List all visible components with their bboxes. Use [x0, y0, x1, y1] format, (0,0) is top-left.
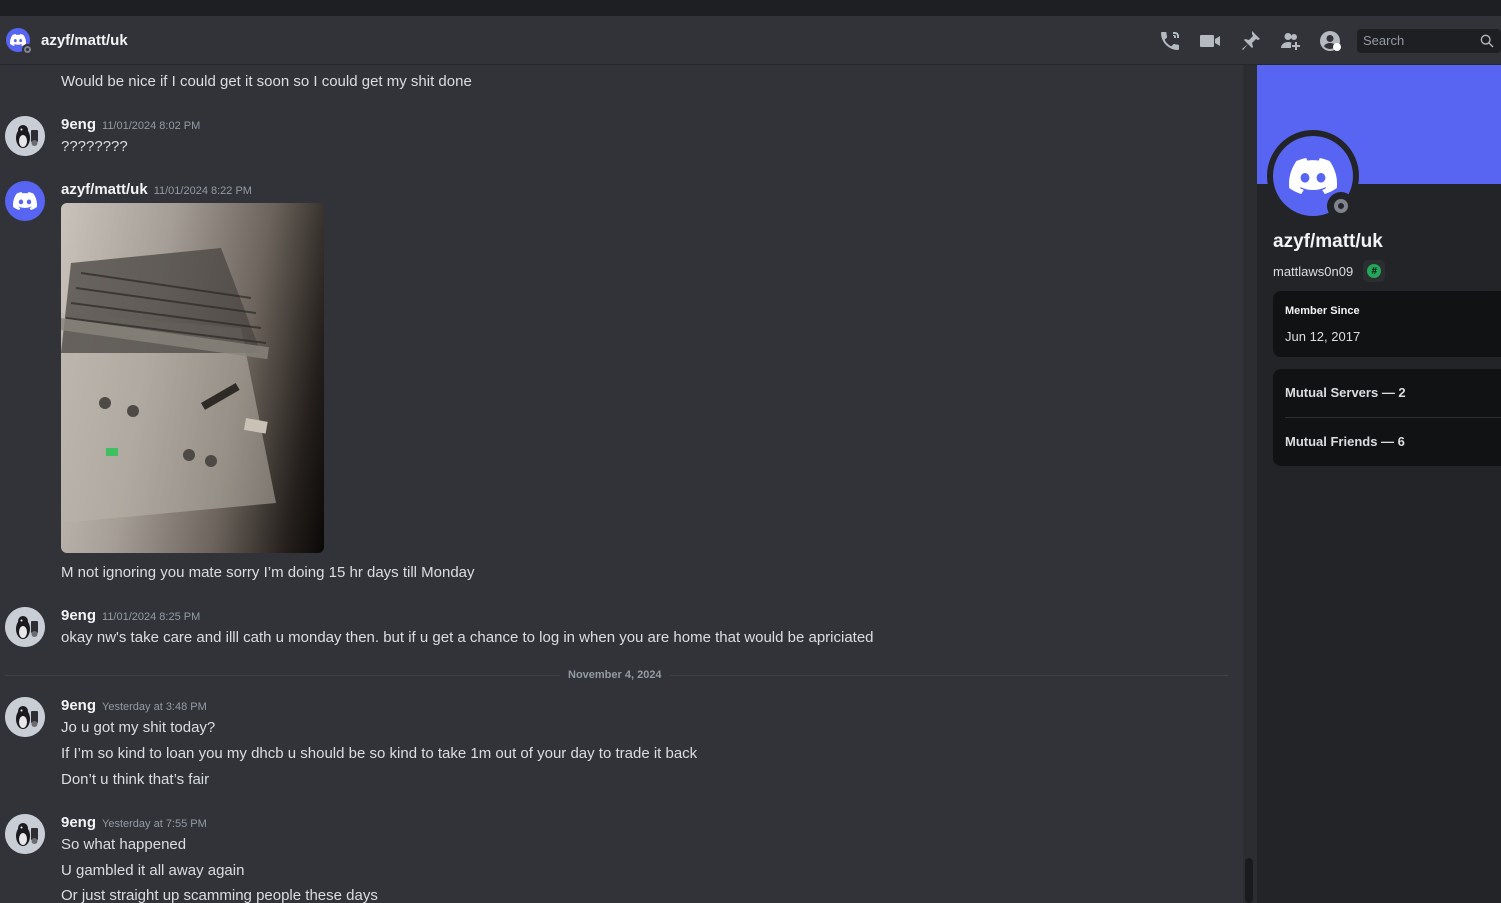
- video-call-button[interactable]: [1190, 21, 1230, 61]
- profile-badge[interactable]: #: [1363, 260, 1386, 282]
- message-timestamp: Yesterday at 7:55 PM: [102, 818, 207, 830]
- hashtag-badge-icon: #: [1367, 264, 1382, 278]
- message-author[interactable]: 9eng Yesterday at 3:48 PM: [61, 697, 207, 714]
- message-text: If I’m so kind to loan you my dhcb u sho…: [61, 745, 698, 762]
- avatar[interactable]: [5, 697, 45, 737]
- header-avatar[interactable]: [6, 28, 33, 55]
- author-name[interactable]: 9eng: [61, 116, 96, 133]
- window-top-strip: [0, 0, 1501, 16]
- profile-display-name: azyf/matt/uk: [1273, 231, 1383, 252]
- search-icon: [1480, 34, 1494, 47]
- message-text: U gambled it all away again: [61, 862, 245, 879]
- pin-icon: [1242, 30, 1260, 50]
- message-text: Jo u got my shit today?: [61, 719, 216, 736]
- penguin-avatar-icon: [5, 814, 45, 854]
- mutual-servers-item[interactable]: Mutual Servers — 2: [1285, 385, 1406, 400]
- member-since-label: Member Since: [1285, 305, 1360, 317]
- date-divider-label: November 4, 2024: [560, 669, 670, 681]
- discord-logo-icon: [13, 192, 37, 210]
- image-attachment[interactable]: [61, 203, 324, 553]
- penguin-avatar-icon: [5, 116, 45, 156]
- channel-title: azyf/matt/uk: [41, 31, 128, 49]
- video-call-icon: [1200, 34, 1220, 47]
- message-timestamp: 11/01/2024 8:25 PM: [102, 611, 201, 623]
- chat-scrollbar-thumb[interactable]: [1245, 858, 1253, 903]
- message-timestamp: 11/01/2024 8:22 PM: [153, 185, 252, 197]
- author-name[interactable]: azyf/matt/uk: [61, 181, 148, 198]
- discord-logo-icon: [1289, 158, 1337, 194]
- pinned-messages-button[interactable]: [1230, 21, 1270, 61]
- profile-username: mattlaws0n09: [1273, 263, 1354, 279]
- avatar[interactable]: [5, 181, 45, 221]
- avatar[interactable]: [5, 607, 45, 647]
- penguin-avatar-icon: [5, 697, 45, 737]
- profile-username-row: mattlaws0n09 #: [1273, 260, 1386, 282]
- message-text: So what happened: [61, 836, 187, 853]
- chat-scrollbar-track[interactable]: [1243, 65, 1257, 903]
- message-author[interactable]: 9eng 11/01/2024 8:25 PM: [61, 607, 200, 624]
- add-friends-icon: [1281, 32, 1300, 50]
- message-text: Would be nice if I could get it soon so …: [61, 73, 472, 90]
- mutual-friends-item[interactable]: Mutual Friends — 6: [1285, 434, 1405, 449]
- author-name[interactable]: 9eng: [61, 697, 96, 714]
- message-author[interactable]: 9eng 11/01/2024 8:02 PM: [61, 116, 200, 133]
- penguin-avatar-icon: [5, 607, 45, 647]
- profile-offline-status: [1327, 192, 1355, 220]
- member-since-card: Member Since Jun 12, 2017: [1273, 291, 1501, 357]
- message-timestamp: 11/01/2024 8:02 PM: [102, 120, 201, 132]
- message-author[interactable]: 9eng Yesterday at 7:55 PM: [61, 814, 207, 831]
- grill-photo-image: [61, 248, 276, 523]
- message-author[interactable]: azyf/matt/uk 11/01/2024 8:22 PM: [61, 181, 252, 198]
- voice-call-button[interactable]: [1150, 21, 1190, 61]
- mutuals-divider: [1285, 417, 1501, 418]
- author-name[interactable]: 9eng: [61, 814, 96, 831]
- message-text: ????????: [61, 138, 128, 155]
- message-text: Or just straight up scamming people thes…: [61, 887, 378, 903]
- search-input[interactable]: Search: [1357, 28, 1501, 53]
- message-text: M not ignoring you mate sorry I’m doing …: [61, 564, 475, 581]
- mutuals-card: Mutual Servers — 2 Mutual Friends — 6: [1273, 369, 1501, 466]
- user-profile-panel: azyf/matt/uk mattlaws0n09 # Member Since…: [1257, 65, 1501, 903]
- user-profile-toggle[interactable]: [1310, 21, 1350, 61]
- offline-status-indicator: [22, 44, 33, 55]
- header-toolbar: Search: [1150, 16, 1501, 65]
- author-name[interactable]: 9eng: [61, 607, 96, 624]
- channel-header: azyf/matt/uk Search: [0, 16, 1501, 65]
- message-timestamp: Yesterday at 3:48 PM: [102, 701, 207, 713]
- message-text: Don’t u think that’s fair: [61, 771, 210, 788]
- message-list: Would be nice if I could get it soon so …: [0, 65, 1243, 903]
- avatar[interactable]: [5, 814, 45, 854]
- voice-call-icon: [1161, 31, 1179, 50]
- avatar[interactable]: [5, 116, 45, 156]
- add-friends-button[interactable]: [1270, 21, 1310, 61]
- search-placeholder: Search: [1363, 33, 1405, 48]
- user-profile-icon: [1320, 30, 1341, 51]
- message-text: okay nw's take care and illl cath u mond…: [61, 629, 874, 646]
- member-since-value: Jun 12, 2017: [1285, 329, 1361, 344]
